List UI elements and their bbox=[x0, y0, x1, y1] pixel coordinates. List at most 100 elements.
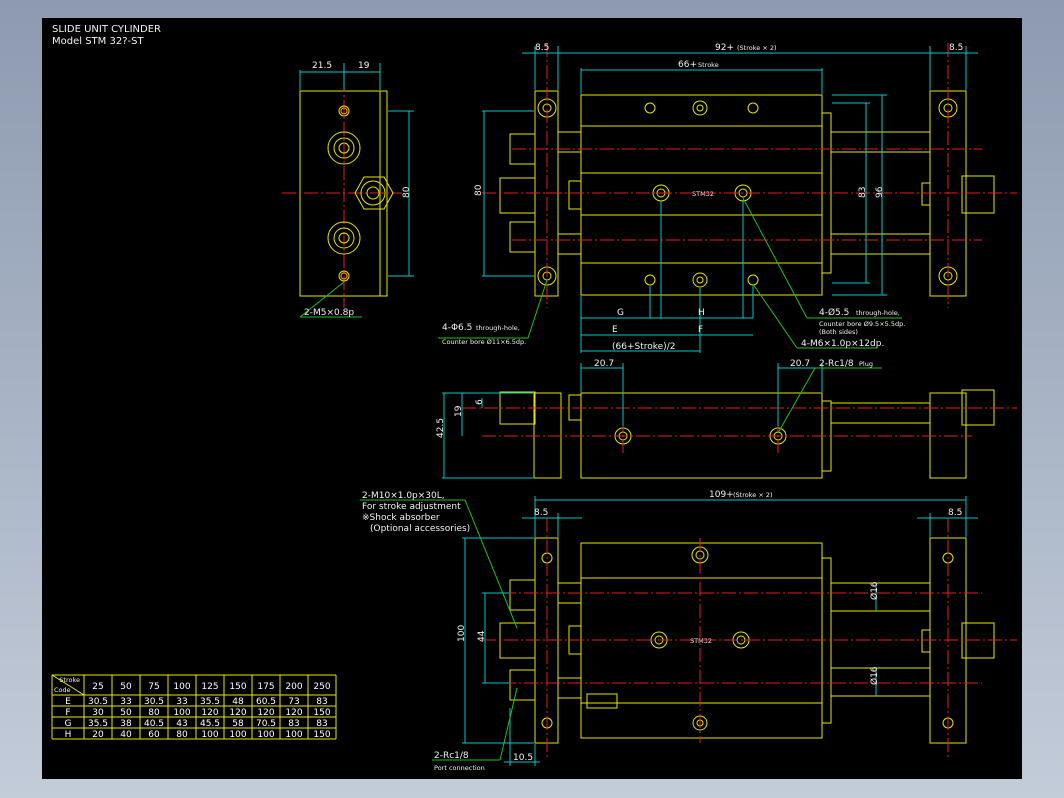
dim-92: 92+ bbox=[715, 43, 734, 53]
table-header-cell: 75 bbox=[148, 682, 159, 692]
side-view: 21.5 19 80 2-M5×0.8p bbox=[282, 61, 414, 318]
table-cell: 120 bbox=[257, 708, 274, 718]
table-cell: 80 bbox=[176, 730, 188, 740]
table-corner-stroke: Stroke bbox=[59, 676, 80, 684]
table-header-cell: 150 bbox=[229, 682, 246, 692]
dim-8-5-a: 8.5 bbox=[535, 43, 549, 53]
label-hole55-b: through-hole, bbox=[856, 309, 900, 317]
dim-83: 83 bbox=[858, 187, 868, 198]
label-rc-port: 2-Rc1/8 bbox=[434, 751, 469, 761]
table-header-cell: 125 bbox=[201, 682, 218, 692]
table-row-code: G bbox=[65, 719, 72, 729]
dim-10-5: 10.5 bbox=[513, 753, 533, 763]
dim-6: 6 bbox=[475, 399, 485, 405]
label-m5: 2-M5×0.8p bbox=[304, 308, 354, 318]
dim-19-front: 19 bbox=[454, 405, 464, 417]
table-row-code: H bbox=[65, 730, 72, 740]
label-m10: 2-M10×1.0p×30L, bbox=[362, 491, 445, 501]
label-hole65: 4-Φ6.5 bbox=[442, 323, 472, 333]
table-cell: 80 bbox=[148, 708, 160, 718]
table-cell: 30.5 bbox=[144, 697, 164, 707]
stroke-table: StrokeCode 25 50 75 100 125 150 175 200 250E 30.5 3… bbox=[51, 674, 337, 740]
table-cell: 120 bbox=[285, 708, 302, 718]
table-cell: 35.5 bbox=[200, 697, 220, 707]
front-view: 20.7 20.7 42.5 19 6 2-Rc1/8 Plug bbox=[436, 359, 1017, 479]
top-view: STM32 8.5 92+ (Stroke × 2) 8.5 66+ Strok… bbox=[438, 43, 1017, 353]
table-corner-code: Code bbox=[54, 686, 71, 694]
dim-100: 100 bbox=[457, 625, 467, 642]
table-cell: 30.5 bbox=[88, 697, 108, 707]
dim-66: 66+ bbox=[678, 60, 697, 70]
table-cell: 100 bbox=[173, 708, 190, 718]
label-hole55: 4-Ø5.5 bbox=[819, 307, 849, 318]
part-label-bottom: STM32 bbox=[690, 637, 712, 645]
label-m10-b: For stroke adjustment bbox=[362, 502, 461, 512]
table-cell: 150 bbox=[313, 730, 330, 740]
table-cell: 60 bbox=[148, 730, 160, 740]
table-row-code: F bbox=[65, 708, 70, 718]
dim-44: 44 bbox=[477, 630, 487, 642]
table-cell: 120 bbox=[229, 708, 246, 718]
bottom-view: STM32 109+ (Stroke × 2) 8.5 8.5 100 44 Ø… bbox=[360, 490, 1017, 772]
dim-80-top: 80 bbox=[474, 184, 484, 196]
table-header-cell: 250 bbox=[313, 682, 330, 692]
label-rc-port-b: Port connection bbox=[434, 764, 485, 772]
dim-80-side: 80 bbox=[402, 186, 412, 198]
label-rc-plug-b: Plug bbox=[859, 360, 873, 368]
label-hole55-3: (Both sides) bbox=[819, 328, 858, 336]
table-cell: 33 bbox=[120, 697, 131, 707]
drawing-svg: SLIDE UNIT CYLINDER Model STM 32?-ST 21.… bbox=[51, 24, 1017, 772]
dim-F: F bbox=[698, 325, 703, 335]
label-hole65-2: Counter bore Ø11×6.5dp. bbox=[442, 338, 526, 346]
dim-92-stroke: (Stroke × 2) bbox=[737, 44, 777, 52]
table-header-cell: 50 bbox=[120, 682, 132, 692]
table-cell: 58 bbox=[232, 719, 244, 729]
table-cell: 35.5 bbox=[88, 719, 108, 729]
table-header-cell: 175 bbox=[257, 682, 274, 692]
label-rc-plug: 2-Rc1/8 bbox=[819, 359, 854, 369]
dim-19: 19 bbox=[358, 61, 370, 71]
label-hole65-b: through-hole, bbox=[476, 324, 520, 332]
table-cell: 100 bbox=[229, 730, 246, 740]
table-cell: 83 bbox=[316, 719, 327, 729]
table-row-code: E bbox=[65, 697, 71, 707]
table-header-cell: 25 bbox=[92, 682, 103, 692]
table-cell: 40 bbox=[120, 730, 132, 740]
dim-dia16-b: Ø16 bbox=[869, 666, 880, 685]
drawing-model: Model STM 32?-ST bbox=[52, 36, 144, 47]
table-cell: 30 bbox=[92, 708, 104, 718]
table-cell: 83 bbox=[316, 697, 327, 707]
drawing-title: SLIDE UNIT CYLINDER bbox=[52, 24, 161, 35]
table-cell: 45.5 bbox=[200, 719, 220, 729]
cad-drawing-canvas: SLIDE UNIT CYLINDER Model STM 32?-ST 21.… bbox=[42, 18, 1022, 779]
table-cell: 43 bbox=[176, 719, 187, 729]
table-cell: 100 bbox=[285, 730, 302, 740]
label-m6: 4-M6×1.0p×12dp. bbox=[801, 339, 884, 349]
table-cell: 100 bbox=[201, 730, 218, 740]
table-cell: 60.5 bbox=[256, 697, 276, 707]
dim-109-stroke: (Stroke × 2) bbox=[733, 491, 773, 499]
table-cell: 50 bbox=[120, 708, 132, 718]
dim-42-5: 42.5 bbox=[436, 418, 446, 438]
table-header-cell: 100 bbox=[173, 682, 190, 692]
label-hole55-2: Counter bore Ø9.5×5.5dp. bbox=[819, 320, 905, 328]
table-cell: 33 bbox=[176, 697, 187, 707]
table-cell: 120 bbox=[201, 708, 218, 718]
table-cell: 40.5 bbox=[144, 719, 164, 729]
table-cell: 73 bbox=[288, 697, 299, 707]
dim-21-5: 21.5 bbox=[312, 61, 332, 71]
table-header-cell: 200 bbox=[285, 682, 302, 692]
dim-G: G bbox=[617, 308, 624, 318]
dim-H: H bbox=[698, 308, 705, 318]
dim-66-stroke: Stroke bbox=[698, 61, 719, 69]
table-cell: 100 bbox=[257, 730, 274, 740]
dim-20-7-a: 20.7 bbox=[594, 359, 614, 369]
dim-E: E bbox=[612, 325, 618, 335]
dim-8-5-c: 8.5 bbox=[534, 508, 548, 518]
dim-20-7-b: 20.7 bbox=[790, 359, 810, 369]
label-m10-d: (Optional accessories) bbox=[370, 524, 470, 534]
table-cell: 150 bbox=[313, 708, 330, 718]
table-cell: 70.5 bbox=[256, 719, 276, 729]
table-cell: 83 bbox=[288, 719, 299, 729]
dim-109: 109+ bbox=[709, 490, 734, 500]
